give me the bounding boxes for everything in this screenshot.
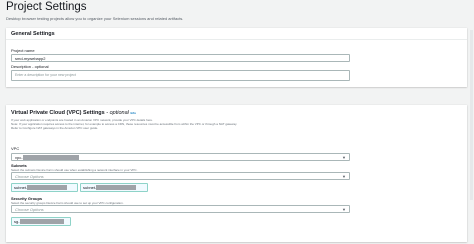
security-groups-select[interactable]: Choose Options ▼ [11, 205, 350, 213]
subnet-token-2[interactable]: subnet- [80, 183, 148, 192]
subnet-token-1-prefix: subnet- [14, 185, 28, 190]
vpc-select[interactable]: vpc- ▼ [11, 153, 350, 161]
project-name-input[interactable]: smd-mywebapp2 [11, 54, 350, 62]
caret-down-icon: ▼ [342, 207, 346, 212]
security-group-id-redacted [19, 219, 64, 225]
subnets-placeholder: Choose Options [15, 174, 44, 179]
scrollbar[interactable] [470, 30, 473, 200]
caret-down-icon: ▼ [342, 155, 346, 160]
vpc-heading: Virtual Private Cloud (VPC) Settings - o… [11, 110, 136, 116]
vpc-id-redacted [22, 155, 79, 161]
subnet-token-1[interactable]: subnet- [11, 183, 78, 192]
security-group-token[interactable]: sg- [11, 217, 71, 226]
vpc-prefix: vpc- [15, 155, 23, 160]
general-settings-heading: General Settings [6, 28, 467, 40]
vpc-description-3: Refer to Configure NAT gateways in the A… [11, 126, 99, 130]
vpc-settings-panel: Virtual Private Cloud (VPC) Settings - o… [6, 105, 467, 242]
caret-down-icon: ▼ [342, 174, 346, 179]
subnet-token-2-prefix: subnet- [83, 185, 97, 190]
subnets-select[interactable]: Choose Options ▼ [11, 172, 350, 180]
description-textarea[interactable]: Enter a description for your new project [11, 70, 350, 81]
info-link[interactable]: Info [130, 111, 136, 115]
vpc-heading-text: Virtual Private Cloud (VPC) Settings [11, 110, 105, 116]
security-groups-placeholder: Choose Options [15, 207, 44, 212]
subnet-id-redacted [27, 185, 68, 191]
vpc-label: VPC [11, 146, 20, 151]
project-name-label: Project name [11, 48, 35, 53]
page-subtitle: Desktop browser testing projects allow y… [6, 16, 184, 21]
page-title: Project Settings [6, 1, 87, 13]
description-label: Description - optional [11, 64, 49, 69]
subnet-id-redacted [96, 185, 137, 191]
page-header: Project Settings Desktop browser testing… [6, 1, 183, 21]
general-settings-panel: General Settings Project name smd-myweba… [6, 28, 467, 87]
vpc-heading-optional: - optional [106, 110, 129, 116]
